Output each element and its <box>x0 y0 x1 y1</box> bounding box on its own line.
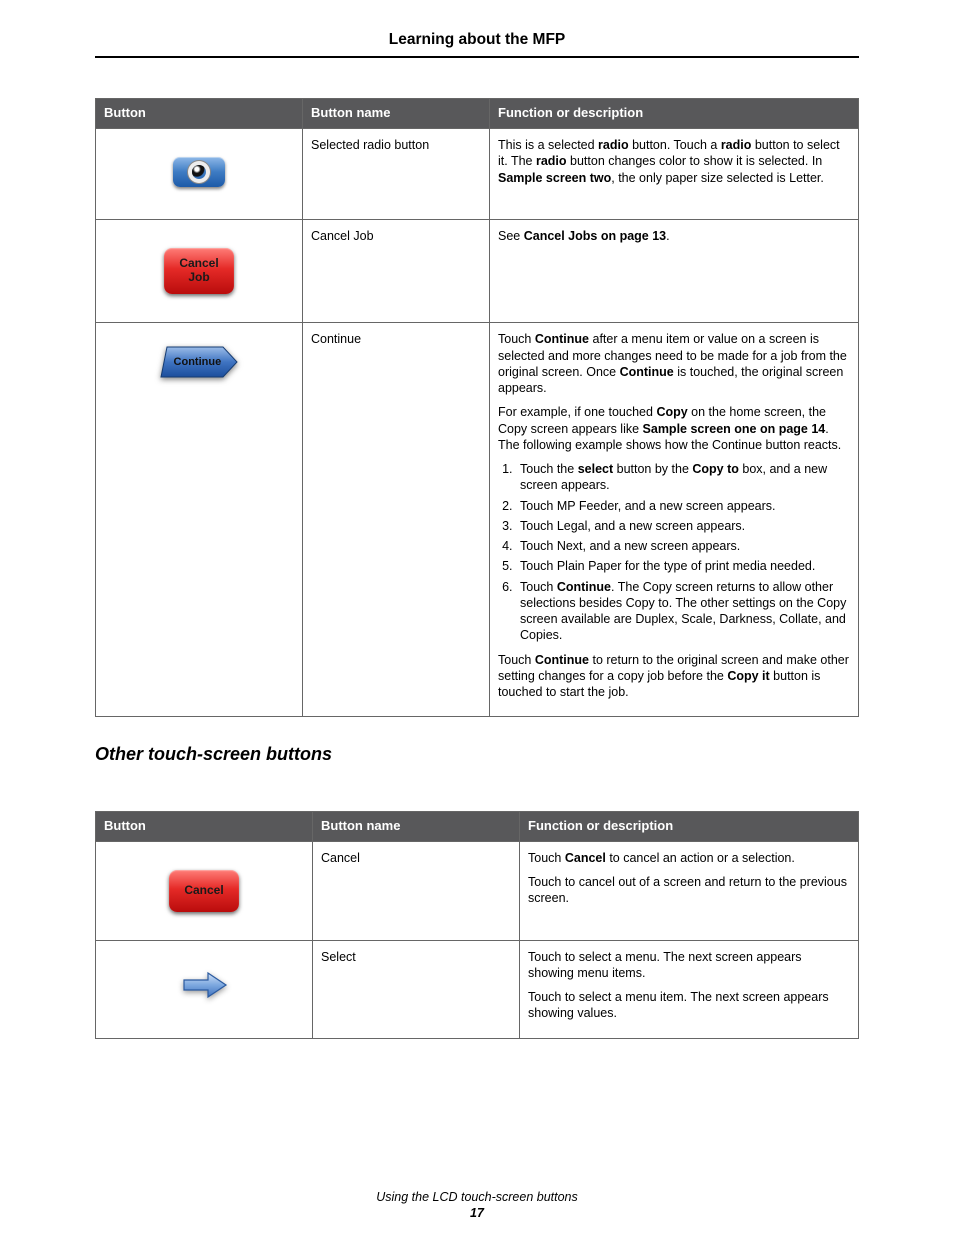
button-name-cell: Continue <box>303 323 490 717</box>
page-footer: Using the LCD touch-screen buttons 17 <box>95 1189 859 1222</box>
th-desc: Function or description <box>520 811 859 841</box>
th-name: Button name <box>303 99 490 129</box>
table-row: Continue Continue Touch Continue after a… <box>96 323 859 717</box>
th-button: Button <box>96 811 313 841</box>
step: Touch the select button by the Copy to b… <box>516 461 850 494</box>
desc-text: Touch Cancel to cancel an action or a se… <box>528 850 850 866</box>
step: Touch Legal, and a new screen appears. <box>516 518 850 534</box>
continue-button-icon: Continue <box>159 343 239 381</box>
table-row: CancelJob Cancel Job See Cancel Jobs on … <box>96 220 859 323</box>
button-desc-cell: See Cancel Jobs on page 13. <box>490 220 859 323</box>
table-row: Cancel Cancel Touch Cancel to cancel an … <box>96 841 859 940</box>
button-name-cell: Cancel Job <box>303 220 490 323</box>
button-name-cell: Select <box>313 940 520 1038</box>
desc-text: Touch Continue to return to the original… <box>498 652 850 701</box>
steps-list: Touch the select button by the Copy to b… <box>498 461 850 644</box>
buttons-table-1: Button Button name Function or descripti… <box>95 98 859 717</box>
button-desc-cell: Touch Cancel to cancel an action or a se… <box>520 841 859 940</box>
button-desc-cell: Touch to select a menu. The next screen … <box>520 940 859 1038</box>
select-arrow-icon <box>180 969 228 1005</box>
footer-page-number: 17 <box>95 1205 859 1221</box>
button-name-cell: Cancel <box>313 841 520 940</box>
th-name: Button name <box>313 811 520 841</box>
desc-text: This is a selected radio button. Touch a… <box>498 137 850 186</box>
desc-text: Touch Continue after a menu item or valu… <box>498 331 850 396</box>
desc-text: Touch to select a menu. The next screen … <box>528 949 850 982</box>
cancel-job-button-icon: CancelJob <box>164 248 234 294</box>
desc-text: Touch to select a menu item. The next sc… <box>528 989 850 1022</box>
table-row: Selected radio button This is a selected… <box>96 129 859 220</box>
buttons-table-2: Button Button name Function or descripti… <box>95 811 859 1039</box>
button-name-cell: Selected radio button <box>303 129 490 220</box>
desc-text: For example, if one touched Copy on the … <box>498 404 850 453</box>
step: Touch Continue. The Copy screen returns … <box>516 579 850 644</box>
desc-text: Touch to cancel out of a screen and retu… <box>528 874 850 907</box>
step: Touch Next, and a new screen appears. <box>516 538 850 554</box>
button-desc-cell: Touch Continue after a menu item or valu… <box>490 323 859 717</box>
desc-text: See Cancel Jobs on page 13. <box>498 228 850 244</box>
button-desc-cell: This is a selected radio button. Touch a… <box>490 129 859 220</box>
section-heading: Other touch-screen buttons <box>95 743 859 766</box>
footer-title: Using the LCD touch-screen buttons <box>95 1189 859 1205</box>
step: Touch Plain Paper for the type of print … <box>516 558 850 574</box>
step: Touch MP Feeder, and a new screen appear… <box>516 498 850 514</box>
table-row: Select Touch to select a menu. The next … <box>96 940 859 1038</box>
page-header-title: Learning about the MFP <box>95 30 859 58</box>
radio-button-icon <box>173 157 225 187</box>
th-desc: Function or description <box>490 99 859 129</box>
th-button: Button <box>96 99 303 129</box>
cancel-button-icon: Cancel <box>169 870 239 912</box>
